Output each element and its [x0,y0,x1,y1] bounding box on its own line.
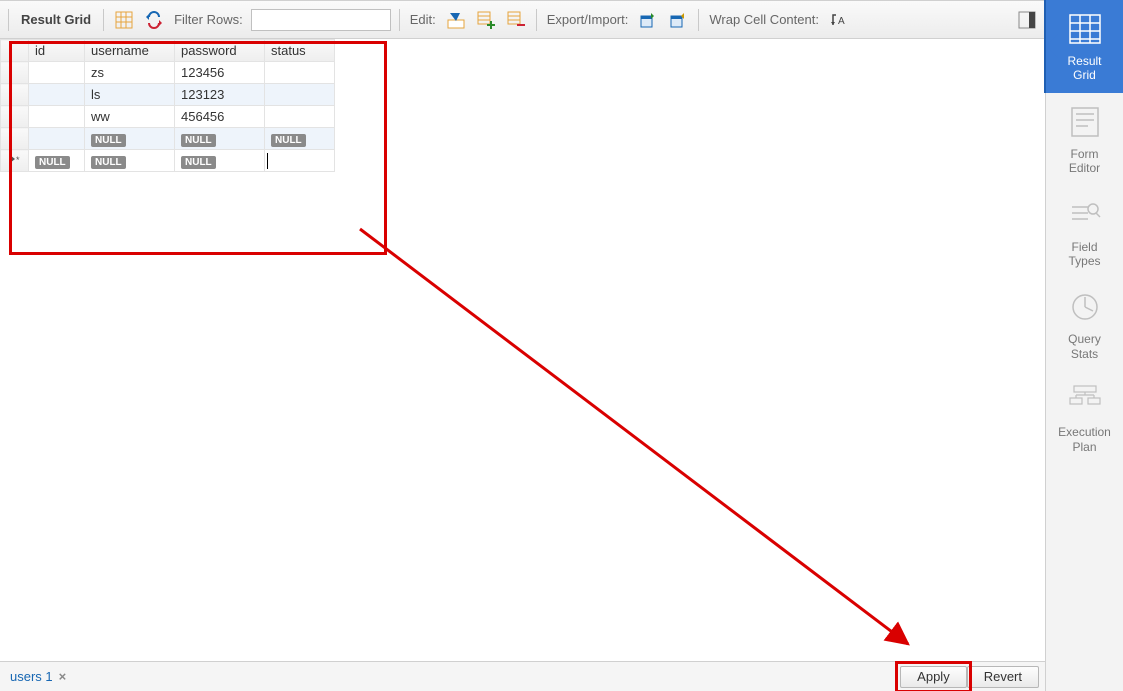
cell-password[interactable]: 123123 [175,84,265,106]
filter-rows-input[interactable] [251,9,391,31]
cell-status[interactable] [265,150,335,172]
side-panel: ResultGrid FormEditor FieldTypes QueryStats… [1045,0,1123,691]
edit-label: Edit: [408,12,438,27]
panel-icon [1059,286,1111,328]
row-header[interactable]: * [1,150,29,172]
grid-area: idusernamepasswordstatus zs123456ls123123… [0,39,1045,661]
result-tab-label: users 1 [10,669,53,684]
column-header-status[interactable]: status [265,40,335,62]
null-badge: NULL [181,134,216,147]
cell-password[interactable]: NULL [175,128,265,150]
panel-icon [1059,8,1111,50]
cell-password[interactable]: NULL [175,150,265,172]
cell-username[interactable]: NULL [85,128,175,150]
result-grid-label: Result Grid [17,12,95,27]
cell-username[interactable]: NULL [85,150,175,172]
cell-status[interactable] [265,84,335,106]
result-toolbar: Result Grid Filter Rows: Edit: Export/I [0,1,1045,39]
delete-row-icon[interactable] [504,9,528,31]
cell-id[interactable] [29,62,85,84]
svg-text:A: A [838,16,845,27]
cell-username[interactable]: ls [85,84,175,106]
cell-status[interactable]: NULL [265,128,335,150]
cell-id[interactable] [29,106,85,128]
panel-icon [1059,379,1111,421]
column-header-id[interactable]: id [29,40,85,62]
side-panel-form-editor[interactable]: FormEditor [1046,93,1123,186]
close-icon[interactable]: × [59,669,67,684]
add-row-icon[interactable] [474,9,498,31]
revert-button[interactable]: Revert [967,666,1039,688]
null-badge: NULL [35,156,70,169]
refresh-icon[interactable] [142,9,166,31]
null-badge: NULL [91,156,126,169]
cell-username[interactable]: zs [85,62,175,84]
cell-password[interactable]: 456456 [175,106,265,128]
null-badge: NULL [91,134,126,147]
wrap-cell-icon[interactable]: A [827,9,851,31]
import-icon[interactable] [666,9,690,31]
export-import-label: Export/Import: [545,12,631,27]
side-panel-result-grid[interactable]: ResultGrid [1046,0,1123,93]
wrap-cell-label: Wrap Cell Content: [707,12,821,27]
null-badge: NULL [271,134,306,147]
cell-username[interactable]: ww [85,106,175,128]
svg-text:*: * [16,155,20,165]
panel-label: ResultGrid [1050,54,1119,83]
separator [8,9,9,31]
edit-row-icon[interactable] [444,9,468,31]
toggle-panel-icon[interactable] [1015,9,1039,31]
column-header-username[interactable]: username [85,40,175,62]
separator [698,9,699,31]
null-badge: NULL [181,156,216,169]
row-header[interactable] [1,62,29,84]
column-header-password[interactable]: password [175,40,265,62]
separator [399,9,400,31]
apply-button[interactable]: Apply [900,666,967,688]
cell-id[interactable]: NULL [29,150,85,172]
separator [536,9,537,31]
cell-id[interactable] [29,128,85,150]
side-panel-field-types[interactable]: FieldTypes [1046,186,1123,279]
panel-label: FieldTypes [1050,240,1119,269]
panel-icon [1059,194,1111,236]
cell-status[interactable] [265,62,335,84]
row-header[interactable] [1,128,29,150]
grid-view-icon[interactable] [112,9,136,31]
export-icon[interactable] [636,9,660,31]
cell-password[interactable]: 123456 [175,62,265,84]
panel-label: QueryStats [1050,332,1119,361]
row-header[interactable] [1,106,29,128]
panel-icon [1059,101,1111,143]
result-grid-table[interactable]: idusernamepasswordstatus zs123456ls123123… [0,39,335,172]
cell-id[interactable] [29,84,85,106]
panel-label: FormEditor [1050,147,1119,176]
footer-bar: users 1 × Apply Revert [0,661,1045,691]
filter-rows-label: Filter Rows: [172,12,245,27]
row-header[interactable] [1,84,29,106]
side-panel-query-stats[interactable]: QueryStats [1046,278,1123,371]
side-panel-execution-plan[interactable]: ExecutionPlan [1046,371,1123,464]
result-tab[interactable]: users 1 × [6,669,70,684]
separator [103,9,104,31]
cell-status[interactable] [265,106,335,128]
panel-label: ExecutionPlan [1050,425,1119,454]
